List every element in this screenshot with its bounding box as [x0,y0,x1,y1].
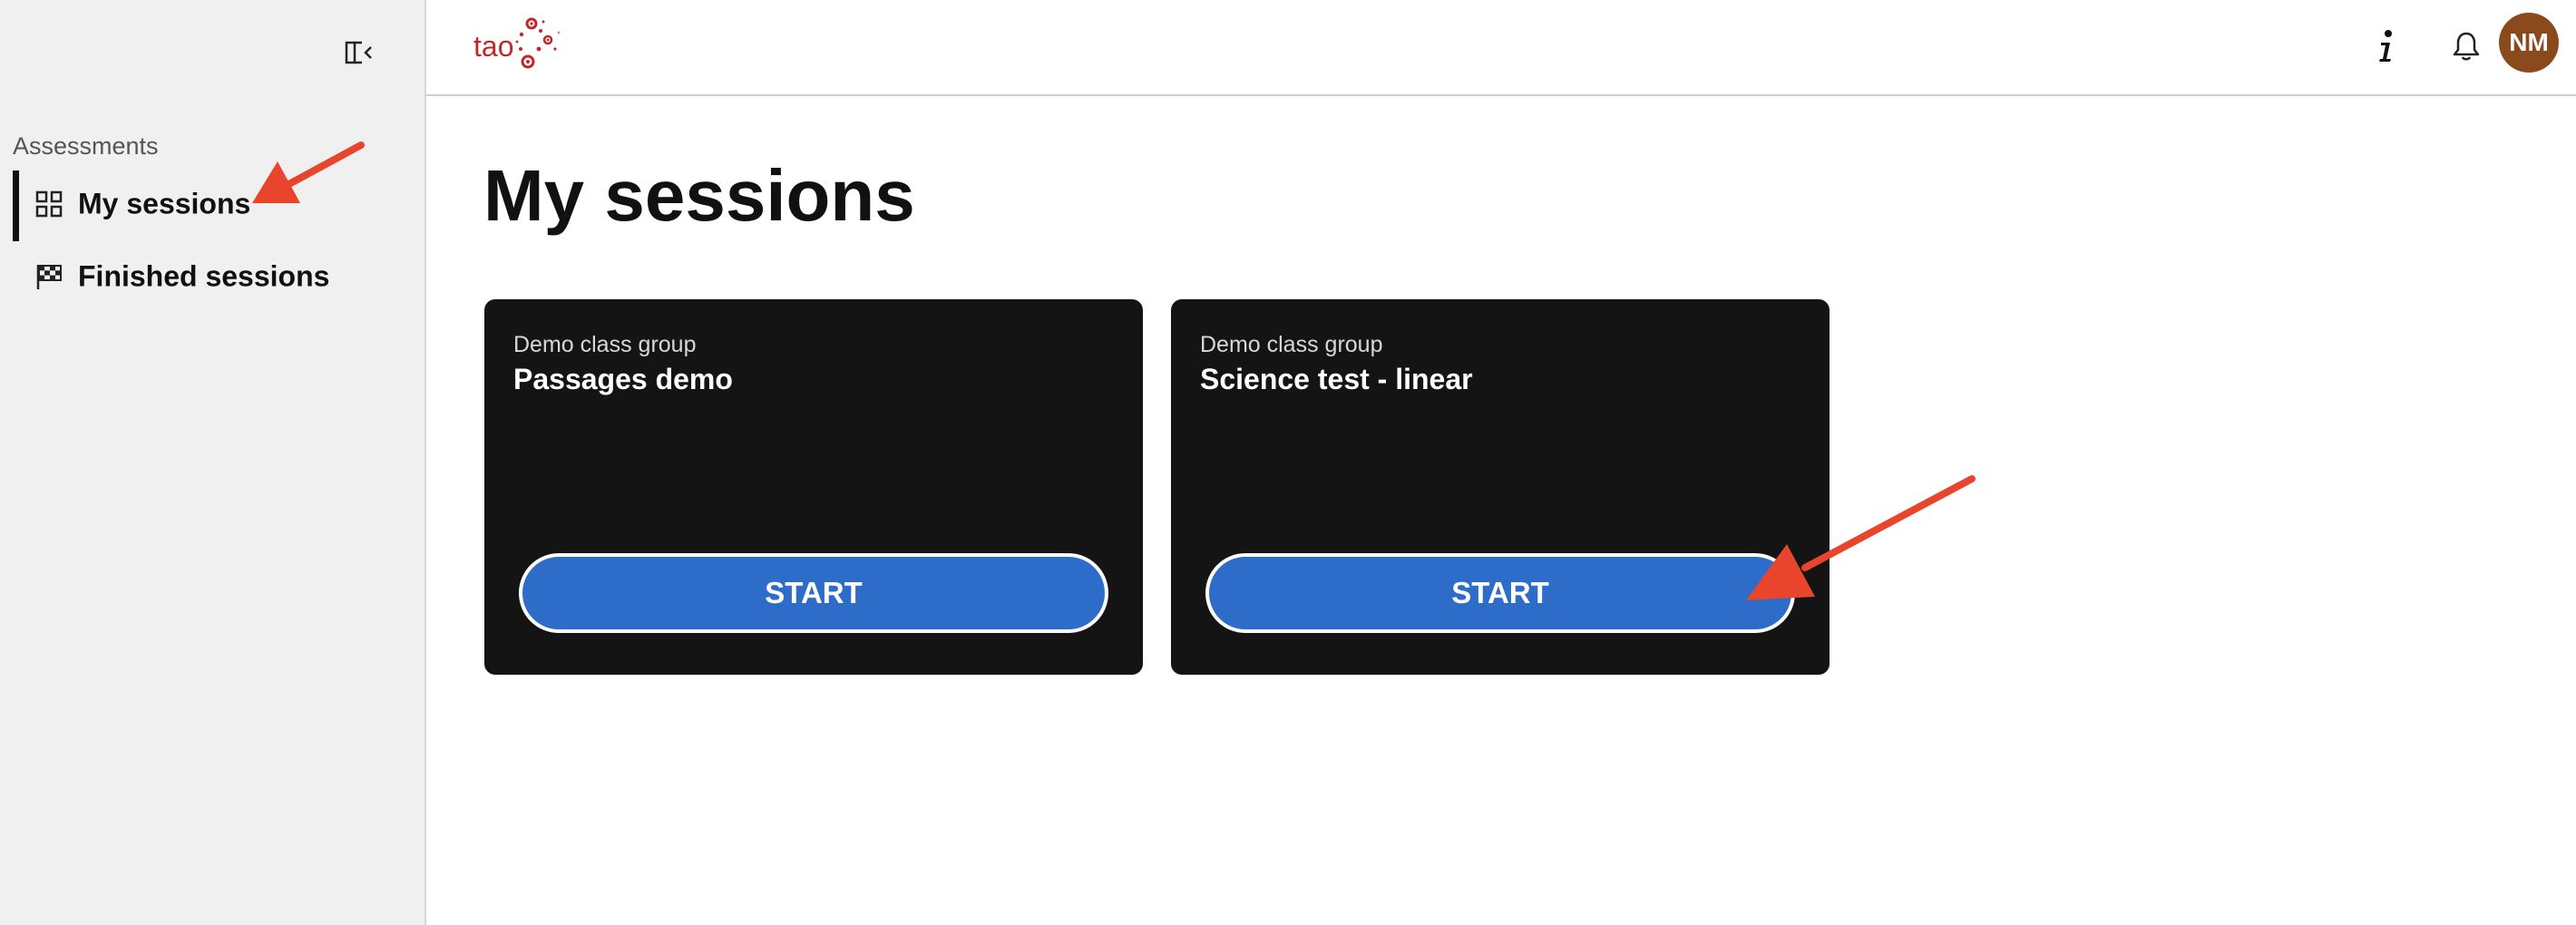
sidebar-item-label: Finished sessions [78,259,330,293]
sidebar-item-finished-sessions[interactable]: Finished sessions [13,243,412,310]
info-icon [2379,30,2392,62]
info-button[interactable] [2358,18,2415,74]
notifications-button[interactable] [2438,18,2494,74]
grid-icon [34,190,63,219]
session-group: Demo class group [513,332,697,357]
checkered-flag-icon [34,262,63,291]
sidebar-collapse-icon [345,41,372,64]
session-group: Demo class group [1200,332,1383,357]
top-header: tao NM [426,0,2576,96]
logo-text: tao [473,30,513,63]
start-button[interactable]: START [1205,553,1795,633]
sidebar-section-label: Assessments [13,132,159,160]
tao-logo[interactable]: tao [472,15,571,74]
page-title: My sessions [483,155,915,236]
sidebar-item-my-sessions[interactable]: My sessions [13,170,412,241]
session-card: Demo class group Passages demo START [484,299,1143,675]
app-window: Assessments My sessions Finished session… [0,0,2576,925]
session-title: Science test - linear [1200,363,1473,395]
sidebar-collapse-button[interactable] [341,38,377,67]
session-card: Demo class group Science test - linear S… [1171,299,1830,675]
user-avatar[interactable]: NM [2499,13,2559,73]
bell-icon [2453,32,2480,61]
session-title: Passages demo [513,363,733,395]
start-button[interactable]: START [519,553,1108,633]
sidebar: Assessments My sessions Finished session… [0,0,426,925]
sidebar-item-label: My sessions [78,187,251,220]
